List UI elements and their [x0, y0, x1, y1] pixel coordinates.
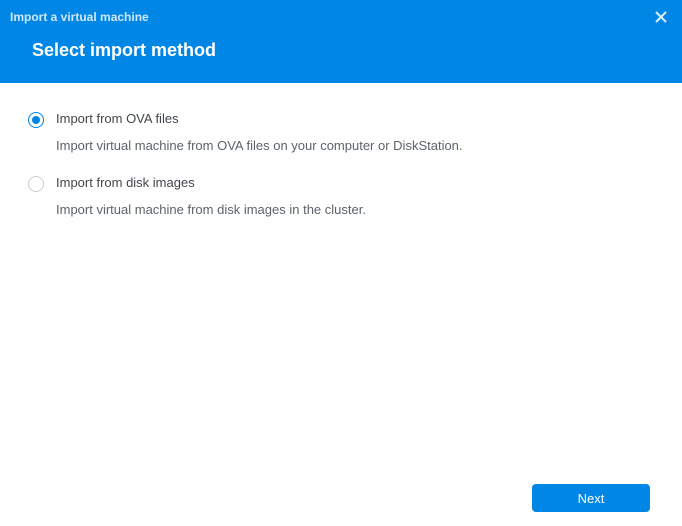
- radio-icon: [28, 112, 44, 128]
- window-title: Import a virtual machine: [10, 10, 149, 24]
- option-label: Import from OVA files: [56, 111, 179, 126]
- radio-icon: [28, 176, 44, 192]
- close-icon: [655, 11, 667, 23]
- import-vm-dialog: Import a virtual machine Select import m…: [0, 0, 682, 526]
- option-import-disk-images[interactable]: Import from disk images: [28, 175, 654, 192]
- dialog-footer: Next: [0, 478, 682, 526]
- dialog-body: Import from OVA files Import virtual mac…: [0, 83, 682, 526]
- titlebar: Import a virtual machine: [10, 6, 672, 28]
- next-button[interactable]: Next: [532, 484, 650, 512]
- close-button[interactable]: [650, 6, 672, 28]
- option-import-ova[interactable]: Import from OVA files: [28, 111, 654, 128]
- option-description: Import virtual machine from disk images …: [56, 202, 654, 217]
- dialog-header: Import a virtual machine Select import m…: [0, 0, 682, 83]
- page-heading: Select import method: [10, 28, 672, 67]
- option-label: Import from disk images: [56, 175, 195, 190]
- option-description: Import virtual machine from OVA files on…: [56, 138, 654, 153]
